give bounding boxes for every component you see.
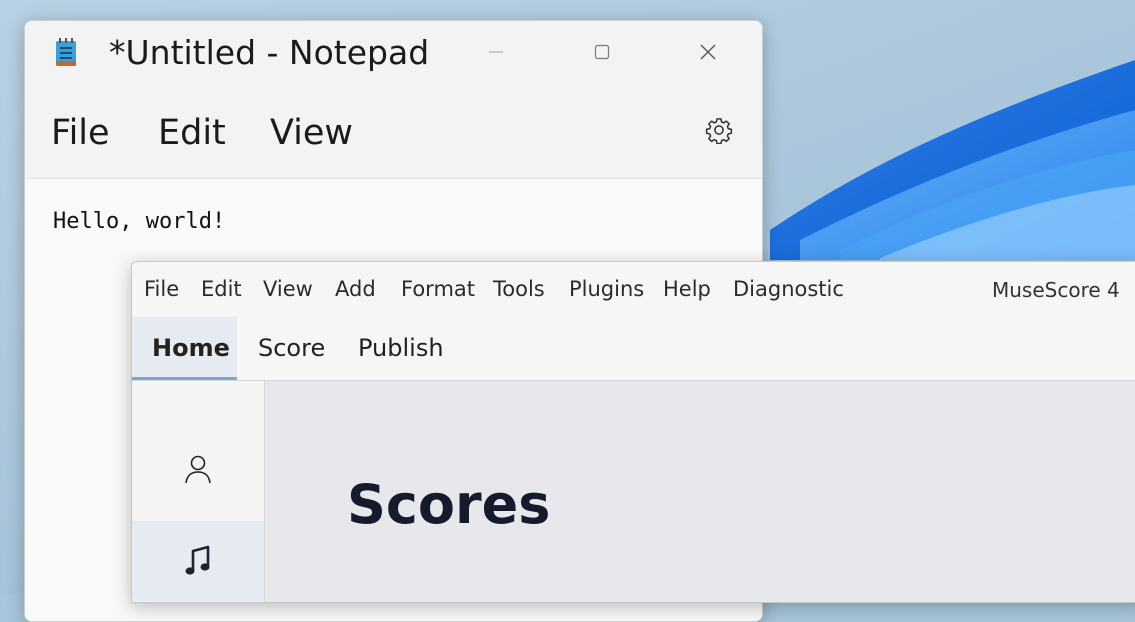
account-icon xyxy=(185,455,211,484)
music-note-icon xyxy=(185,545,210,575)
close-icon xyxy=(700,44,716,60)
home-sidebar xyxy=(132,381,265,602)
menu-add[interactable]: Add xyxy=(335,277,376,301)
menu-view[interactable]: View xyxy=(270,113,353,153)
tab-publish-label: Publish xyxy=(358,334,444,362)
menu-view[interactable]: View xyxy=(263,277,313,301)
menu-help[interactable]: Help xyxy=(663,277,711,301)
tab-home-label: Home xyxy=(152,334,230,362)
gear-icon[interactable] xyxy=(705,116,733,144)
maximize-button[interactable] xyxy=(579,35,625,69)
menu-plugins[interactable]: Plugins xyxy=(569,277,644,301)
minimize-icon xyxy=(489,51,503,53)
document-text: Hello, world! xyxy=(53,209,226,234)
musescore-tabbar: Home Score Publish xyxy=(132,317,1135,381)
tab-score[interactable]: Score xyxy=(238,317,345,380)
close-button[interactable] xyxy=(685,35,731,69)
tab-publish[interactable]: Publish xyxy=(338,317,464,380)
maximize-icon xyxy=(594,44,610,60)
menu-format[interactable]: Format xyxy=(401,277,475,301)
musescore-menubar: File Edit View Add Format Tools Plugins … xyxy=(132,262,1135,317)
notepad-app-icon xyxy=(56,38,76,66)
menu-edit[interactable]: Edit xyxy=(158,113,226,153)
menu-file[interactable]: File xyxy=(51,113,110,153)
sidebar-item-account[interactable] xyxy=(132,429,264,509)
musescore-window: File Edit View Add Format Tools Plugins … xyxy=(131,261,1135,603)
app-name-label: MuseScore 4 xyxy=(992,278,1120,302)
menu-file[interactable]: File xyxy=(144,277,179,301)
page-title: Scores xyxy=(347,473,551,536)
menu-tools[interactable]: Tools xyxy=(493,277,545,301)
sidebar-item-scores[interactable] xyxy=(132,521,264,601)
minimize-button[interactable] xyxy=(473,35,519,69)
tab-score-label: Score xyxy=(258,334,326,362)
notepad-window-title: *Untitled - Notepad xyxy=(109,33,430,72)
home-content: Scores xyxy=(265,381,1135,602)
notepad-menubar: File Edit View xyxy=(25,87,762,179)
menu-edit[interactable]: Edit xyxy=(201,277,242,301)
active-tab-indicator xyxy=(132,377,237,380)
menu-diagnostic[interactable]: Diagnostic xyxy=(733,277,844,301)
notepad-titlebar[interactable]: *Untitled - Notepad xyxy=(25,21,762,87)
tab-home[interactable]: Home xyxy=(132,317,237,380)
